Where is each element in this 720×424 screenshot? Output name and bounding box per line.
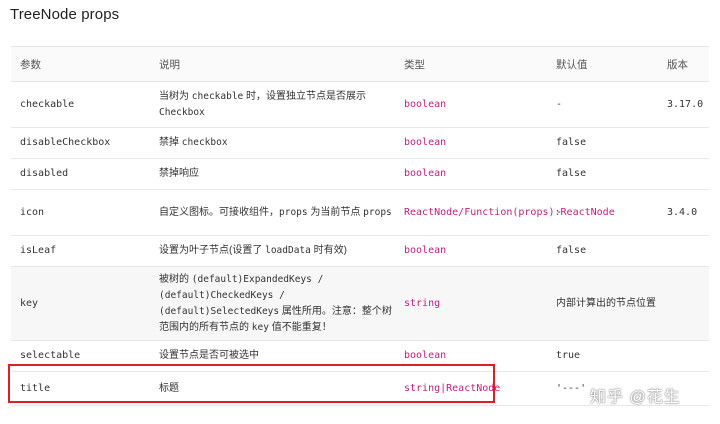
desc-text: 时，设置独立节点是否展示	[243, 90, 367, 102]
table-row: disabled 禁掉响应 boolean false	[11, 158, 709, 190]
version-cell: 3.4.0	[658, 189, 709, 236]
table-row: disableCheckbox 禁掉 checkbox boolean fals…	[11, 127, 709, 159]
watermark: 知乎 @花生	[590, 389, 681, 406]
default-cell: true	[547, 340, 658, 372]
desc-text: 值不能重复！	[268, 321, 332, 333]
description-cell: 设置为叶子节点(设置了 loadData 时有效)	[150, 235, 395, 267]
desc-text: 自定义图标。可接收组件，	[159, 206, 279, 218]
param-cell: checkable	[11, 81, 150, 128]
param-cell: disableCheckbox	[11, 127, 150, 159]
type-cell: boolean	[395, 158, 547, 190]
desc-code: key	[251, 321, 269, 333]
column-header-default: 默认值	[547, 46, 658, 82]
param-cell: key	[11, 266, 150, 341]
table-row: icon 自定义图标。可接收组件，props 为当前节点 props React…	[11, 189, 709, 236]
param-cell: isLeaf	[11, 235, 150, 267]
desc-text: 设置为叶子节点(设置了	[159, 245, 266, 256]
desc-text: 禁掉	[159, 137, 182, 148]
type-cell: ReactNode/Function(props):ReactNode	[395, 189, 615, 236]
desc-code: Checkbox	[159, 106, 205, 118]
param-cell: icon	[11, 189, 150, 236]
description-cell: 自定义图标。可接收组件，props 为当前节点 props	[150, 189, 395, 236]
desc-code: props	[363, 206, 392, 218]
version-cell	[658, 235, 709, 267]
version-cell	[658, 127, 709, 159]
table-header-row: 参数 说明 类型 默认值 版本	[11, 46, 709, 82]
version-cell	[658, 340, 709, 372]
version-cell: 3.17.0	[658, 81, 709, 128]
desc-code: loadData	[265, 245, 311, 256]
table-row: key 被树的 (default)ExpandedKeys / (default…	[11, 266, 709, 341]
column-header-version: 版本	[658, 46, 709, 82]
default-cell: false	[547, 127, 658, 159]
desc-text: 为当前节点	[307, 206, 364, 218]
column-header-description: 说明	[150, 46, 395, 82]
type-cell: boolean	[395, 127, 547, 159]
default-cell: false	[547, 158, 658, 190]
version-cell	[658, 266, 709, 341]
title-row-highlight-box	[8, 364, 495, 403]
default-cell: 内部计算出的节点位置	[547, 266, 658, 341]
desc-code: checkbox	[181, 137, 228, 148]
desc-code: props	[279, 206, 308, 218]
props-table: 参数 说明 类型 默认值 版本 checkable 当树为 checkable …	[11, 46, 709, 406]
default-cell: -	[547, 81, 658, 128]
type-cell: boolean	[395, 235, 547, 267]
desc-code: checkable	[191, 90, 244, 102]
desc-text: 时有效)	[310, 245, 347, 256]
table-row: isLeaf 设置为叶子节点(设置了 loadData 时有效) boolean…	[11, 235, 709, 267]
desc-text: 当树为	[159, 90, 192, 102]
description-cell: 当树为 checkable 时，设置独立节点是否展示 Checkbox	[150, 81, 395, 128]
param-cell: disabled	[11, 158, 150, 190]
column-header-param: 参数	[11, 46, 150, 82]
description-cell: 禁掉响应	[150, 158, 395, 190]
type-cell: string	[395, 266, 547, 341]
table-row: checkable 当树为 checkable 时，设置独立节点是否展示 Che…	[11, 81, 709, 128]
type-cell: boolean	[395, 81, 547, 128]
page-title: TreeNode props	[10, 6, 120, 23]
description-cell: 禁掉 checkbox	[150, 127, 395, 159]
column-header-type: 类型	[395, 46, 547, 82]
default-cell: false	[547, 235, 658, 267]
description-cell: 被树的 (default)ExpandedKeys / (default)Che…	[150, 266, 395, 341]
desc-text: 被树的	[159, 273, 192, 285]
version-cell	[658, 158, 709, 190]
